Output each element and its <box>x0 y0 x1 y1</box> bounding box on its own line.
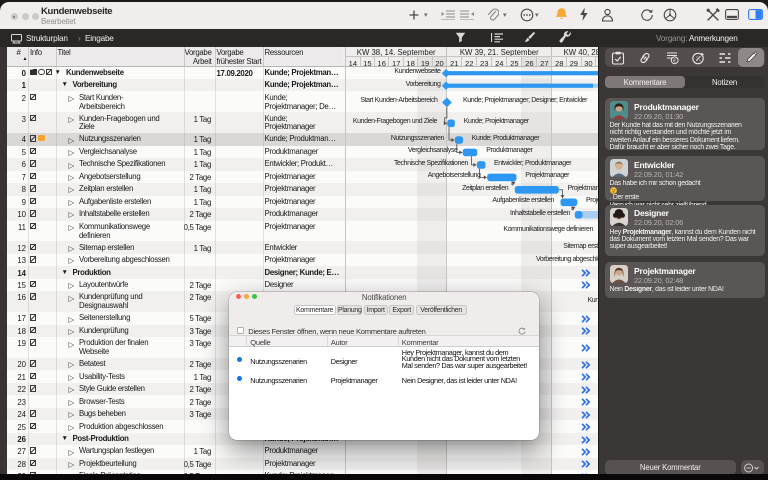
svg-text:€: € <box>673 58 676 64</box>
